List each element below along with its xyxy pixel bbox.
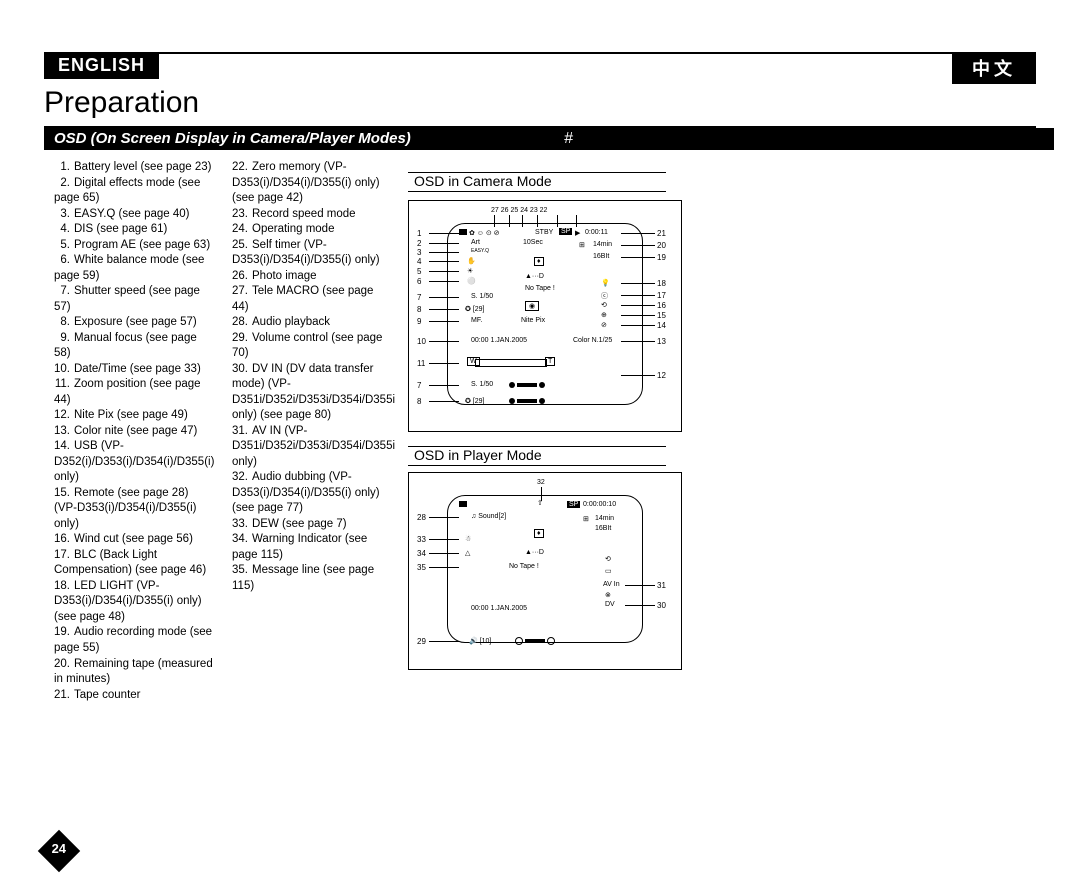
legend-item: 14.USB (VP-D352(i)/D353(i)/D354(i)/D355(… — [54, 439, 214, 486]
legend-item: 12.Nite Pix (see page 49) — [54, 408, 214, 424]
osd-player-heading: OSD in Player Mode — [408, 446, 666, 466]
legend-item: 7.Shutter speed (see page 57) — [54, 284, 214, 315]
section-right: # — [554, 128, 1054, 150]
osd-camera-heading: OSD in Camera Mode — [408, 172, 666, 192]
legend-item: 13.Color nite (see page 47) — [54, 424, 214, 440]
legend-item: 34.Warning Indicator (see page 115) — [232, 532, 392, 563]
page-title: Preparation — [44, 86, 199, 120]
legend-item: 17.BLC (Back Light Compensation) (see pa… — [54, 548, 214, 579]
legend-item: 35.Message line (see page 115) — [232, 563, 392, 594]
legend-item: 11.Zoom position (see page 44) — [54, 377, 214, 408]
legend-item: 21.Tape counter — [54, 688, 214, 704]
legend-item: 19.Audio recording mode (see page 55) — [54, 625, 214, 656]
legend-item: 23.Record speed mode — [232, 207, 392, 223]
legend-item: 29.Volume control (see page 70) — [232, 331, 392, 362]
legend-item: 6.White balance mode (see page 59) — [54, 253, 214, 284]
legend-item: 2.Digital effects mode (see page 65) — [54, 176, 214, 207]
osd-legend: 1.Battery level (see page 23)2.Digital e… — [54, 160, 392, 703]
osd-player-diagram: 32 ⇧ SP 0:00:00:10 ♫ Sound[2] ⊞ 14min 16… — [408, 472, 682, 670]
legend-item: 25.Self timer (VP-D353(i)/D354(i)/D355(i… — [232, 238, 392, 269]
legend-item: 27.Tele MACRO (see page 44) — [232, 284, 392, 315]
legend-item: 9.Manual focus (see page 58) — [54, 331, 214, 362]
legend-item: 16.Wind cut (see page 56) — [54, 532, 214, 548]
legend-item: 22.Zero memory (VP-D353(i)/D354(i)/D355(… — [232, 160, 392, 207]
legend-item: 28.Audio playback — [232, 315, 392, 331]
legend-item: 20.Remaining tape (measured in minutes) — [54, 657, 214, 688]
legend-item: 4.DIS (see page 61) — [54, 222, 214, 238]
legend-item: 26.Photo image — [232, 269, 392, 285]
legend-item: 3.EASY.Q (see page 40) — [54, 207, 214, 223]
legend-item: 1.Battery level (see page 23) — [54, 160, 214, 176]
legend-item: 15.Remote (see page 28) (VP-D353(i)/D354… — [54, 486, 214, 533]
legend-item: 10.Date/Time (see page 33) — [54, 362, 214, 378]
lang-cn-badge: 中文 — [952, 52, 1036, 84]
legend-col-2: 22.Zero memory (VP-D353(i)/D354(i)/D355(… — [232, 160, 392, 703]
legend-item: 30.DV IN (DV data transfer mode) (VP-D35… — [232, 362, 392, 424]
osd-camera-diagram: 27 26 25 24 23 22 ✿ ☺ ⊙ ⊘ STBY SP ▶ 0:00… — [408, 200, 682, 432]
legend-item: 18.LED LIGHT (VP-D353(i)/D354(i)/D355(i)… — [54, 579, 214, 626]
legend-item: 8.Exposure (see page 57) — [54, 315, 214, 331]
legend-item: 32.Audio dubbing (VP-D353(i)/D354(i)/D35… — [232, 470, 392, 517]
legend-item: 5.Program AE (see page 63) — [54, 238, 214, 254]
legend-item: 31.AV IN (VP-D351i/D352i/D353i/D354i/D35… — [232, 424, 392, 471]
lang-en-badge: ENGLISH — [44, 52, 159, 79]
legend-item: 24.Operating mode — [232, 222, 392, 238]
legend-item: 33.DEW (see page 7) — [232, 517, 392, 533]
section-left: OSD (On Screen Display in Camera/Player … — [44, 128, 554, 150]
legend-col-1: 1.Battery level (see page 23)2.Digital e… — [54, 160, 214, 703]
